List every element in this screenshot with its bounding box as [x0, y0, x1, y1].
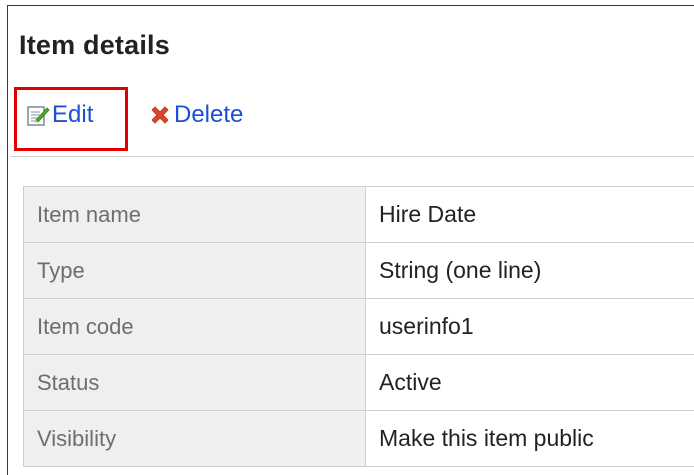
edit-pencil-icon: [26, 103, 50, 127]
edit-label: Edit: [52, 101, 93, 129]
item-details-table: Item name Hire Date Type String (one lin…: [23, 186, 694, 467]
table-row: Item name Hire Date: [24, 187, 694, 243]
row-label-status: Status: [24, 355, 366, 411]
delete-button[interactable]: Delete: [148, 101, 243, 129]
row-label-item-name: Item name: [24, 187, 366, 243]
toolbar-divider: [10, 156, 694, 157]
delete-x-icon: [148, 103, 172, 127]
delete-label: Delete: [174, 101, 243, 129]
row-label-type: Type: [24, 243, 366, 299]
table-row: Status Active: [24, 355, 694, 411]
row-label-visibility: Visibility: [24, 411, 366, 467]
row-value-status: Active: [366, 355, 694, 411]
row-label-item-code: Item code: [24, 299, 366, 355]
table-row: Item code userinfo1: [24, 299, 694, 355]
row-value-item-code: userinfo1: [366, 299, 694, 355]
row-value-visibility: Make this item public: [366, 411, 694, 467]
row-value-item-name: Hire Date: [366, 187, 694, 243]
edit-button[interactable]: Edit: [26, 101, 93, 129]
table-row: Visibility Make this item public: [24, 411, 694, 467]
page-title: Item details: [19, 30, 170, 61]
row-value-type: String (one line): [366, 243, 694, 299]
table-row: Type String (one line): [24, 243, 694, 299]
